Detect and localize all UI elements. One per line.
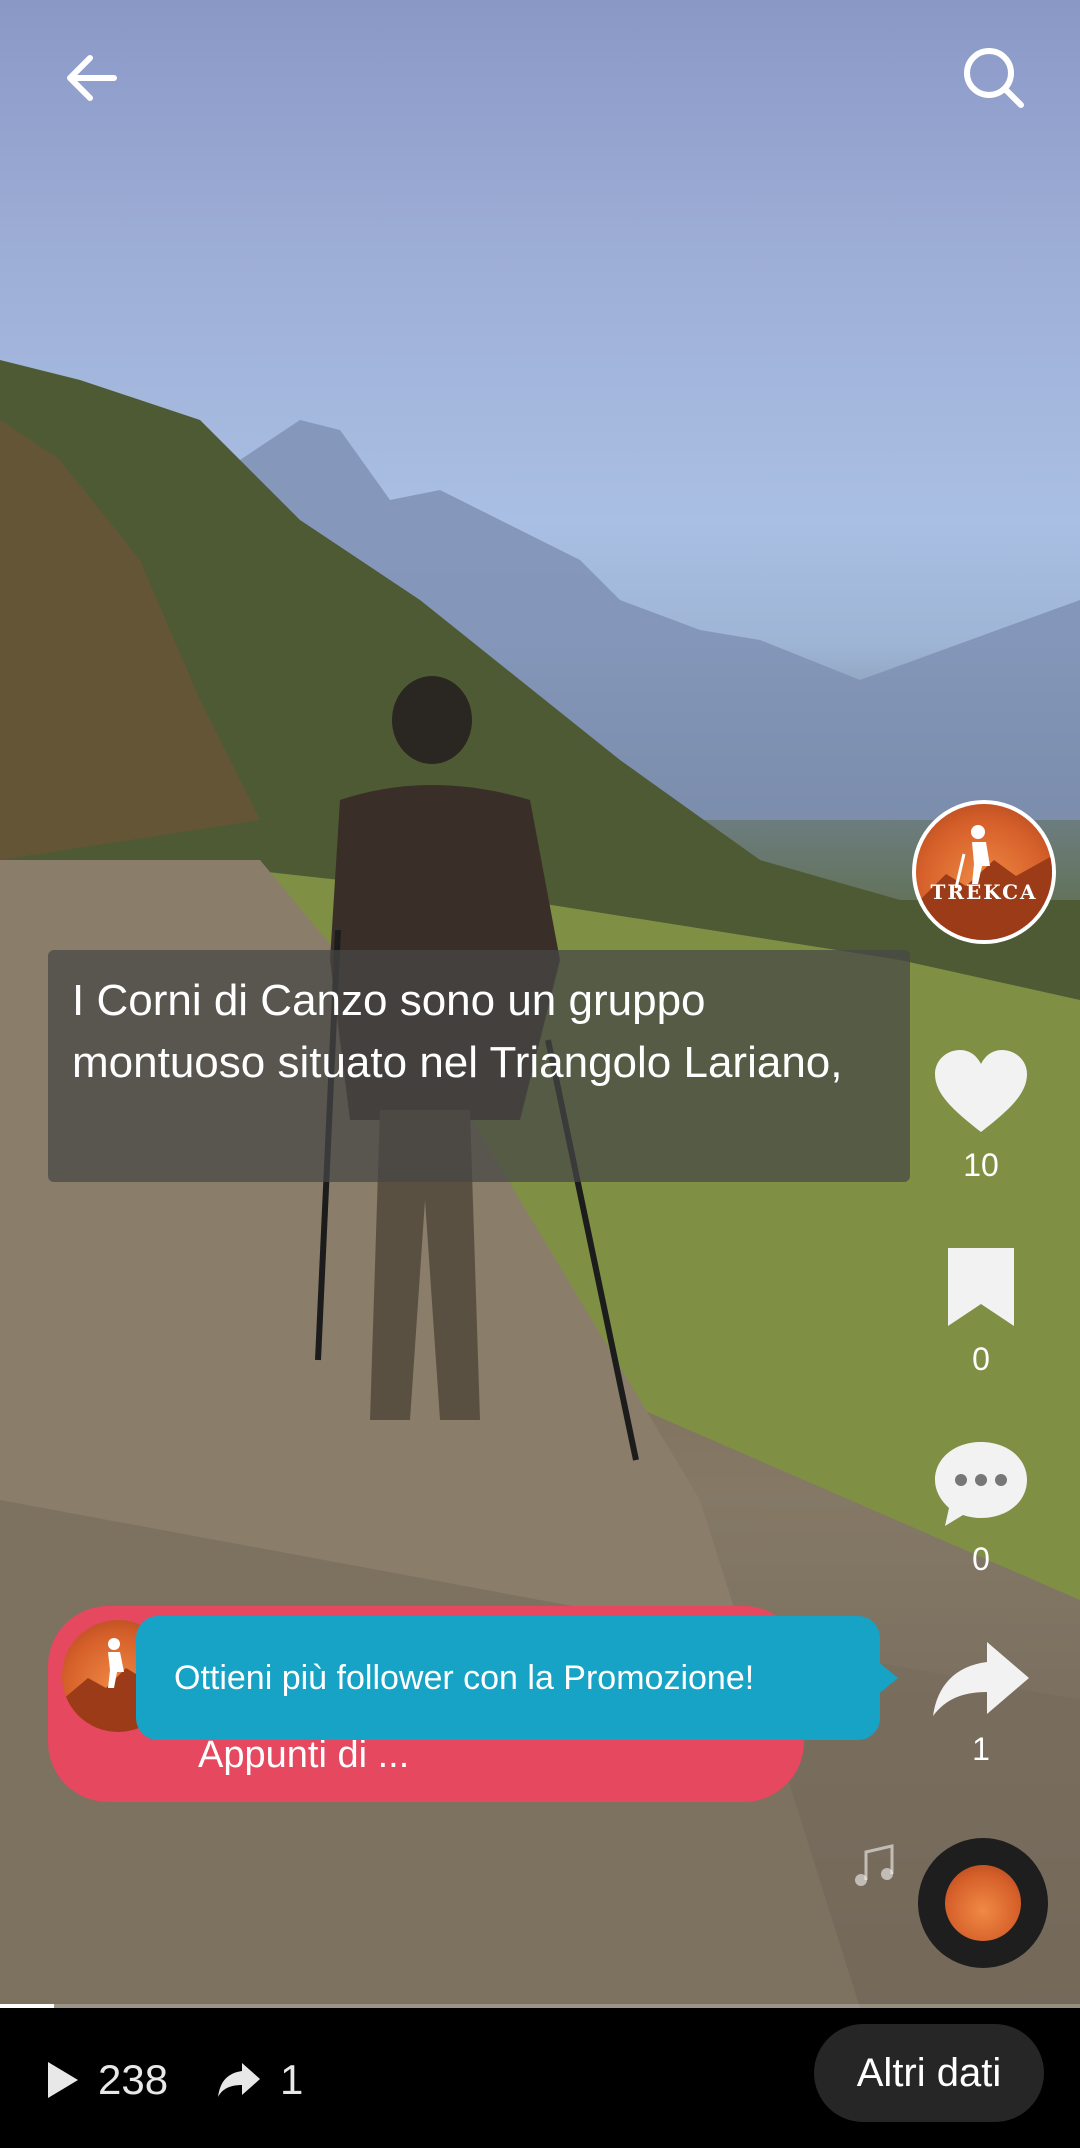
music-note-icon bbox=[848, 1842, 898, 1897]
search-icon bbox=[964, 48, 1024, 108]
bookmark-icon bbox=[948, 1248, 1014, 1326]
arrow-left-icon bbox=[67, 55, 117, 101]
like-count: 10 bbox=[963, 1147, 999, 1183]
shares-count: 1 bbox=[280, 2056, 304, 2103]
comment-count: 0 bbox=[972, 1541, 990, 1577]
music-disc-cover bbox=[945, 1865, 1021, 1941]
share-button[interactable]: 1 bbox=[920, 1640, 1042, 1768]
like-button[interactable]: 10 bbox=[920, 1048, 1042, 1184]
heart-icon bbox=[935, 1050, 1027, 1132]
views-count: 238 bbox=[98, 2056, 169, 2103]
search-button[interactable] bbox=[954, 38, 1034, 118]
video-player[interactable]: I Corni di Canzo sono un gruppo montuoso… bbox=[0, 0, 1080, 2008]
share-arrow-icon bbox=[933, 1642, 1029, 1716]
save-count: 0 bbox=[972, 1341, 990, 1377]
comment-icon bbox=[935, 1442, 1027, 1526]
tooltip-text: Ottieni più follower con la Promozione! bbox=[174, 1658, 755, 1697]
shares-stat: 1 bbox=[216, 2056, 303, 2104]
views-stat: 238 bbox=[44, 2056, 168, 2104]
comment-button[interactable]: 0 bbox=[920, 1438, 1042, 1578]
share-count: 1 bbox=[972, 1731, 990, 1767]
promotion-tooltip[interactable]: Ottieni più follower con la Promozione! bbox=[136, 1616, 880, 1740]
play-icon bbox=[48, 2062, 78, 2098]
save-button[interactable]: 0 bbox=[920, 1246, 1042, 1378]
share-arrow-icon bbox=[218, 2063, 260, 2097]
promo-subtitle: Appunti di ... bbox=[198, 1734, 410, 1776]
music-disc[interactable] bbox=[918, 1838, 1048, 1968]
more-data-label: Altri dati bbox=[856, 2050, 1002, 2095]
back-button[interactable] bbox=[52, 38, 132, 118]
creator-avatar[interactable]: TREKCA bbox=[912, 800, 1056, 944]
video-caption: I Corni di Canzo sono un gruppo montuoso… bbox=[48, 950, 910, 1182]
tooltip-pointer bbox=[876, 1660, 898, 1696]
hiker-logo-icon bbox=[916, 825, 1052, 940]
avatar-brand-text: TREKCA bbox=[930, 880, 1038, 904]
caption-text: I Corni di Canzo sono un gruppo montuoso… bbox=[72, 976, 843, 1087]
more-data-button[interactable]: Altri dati bbox=[814, 2024, 1044, 2122]
